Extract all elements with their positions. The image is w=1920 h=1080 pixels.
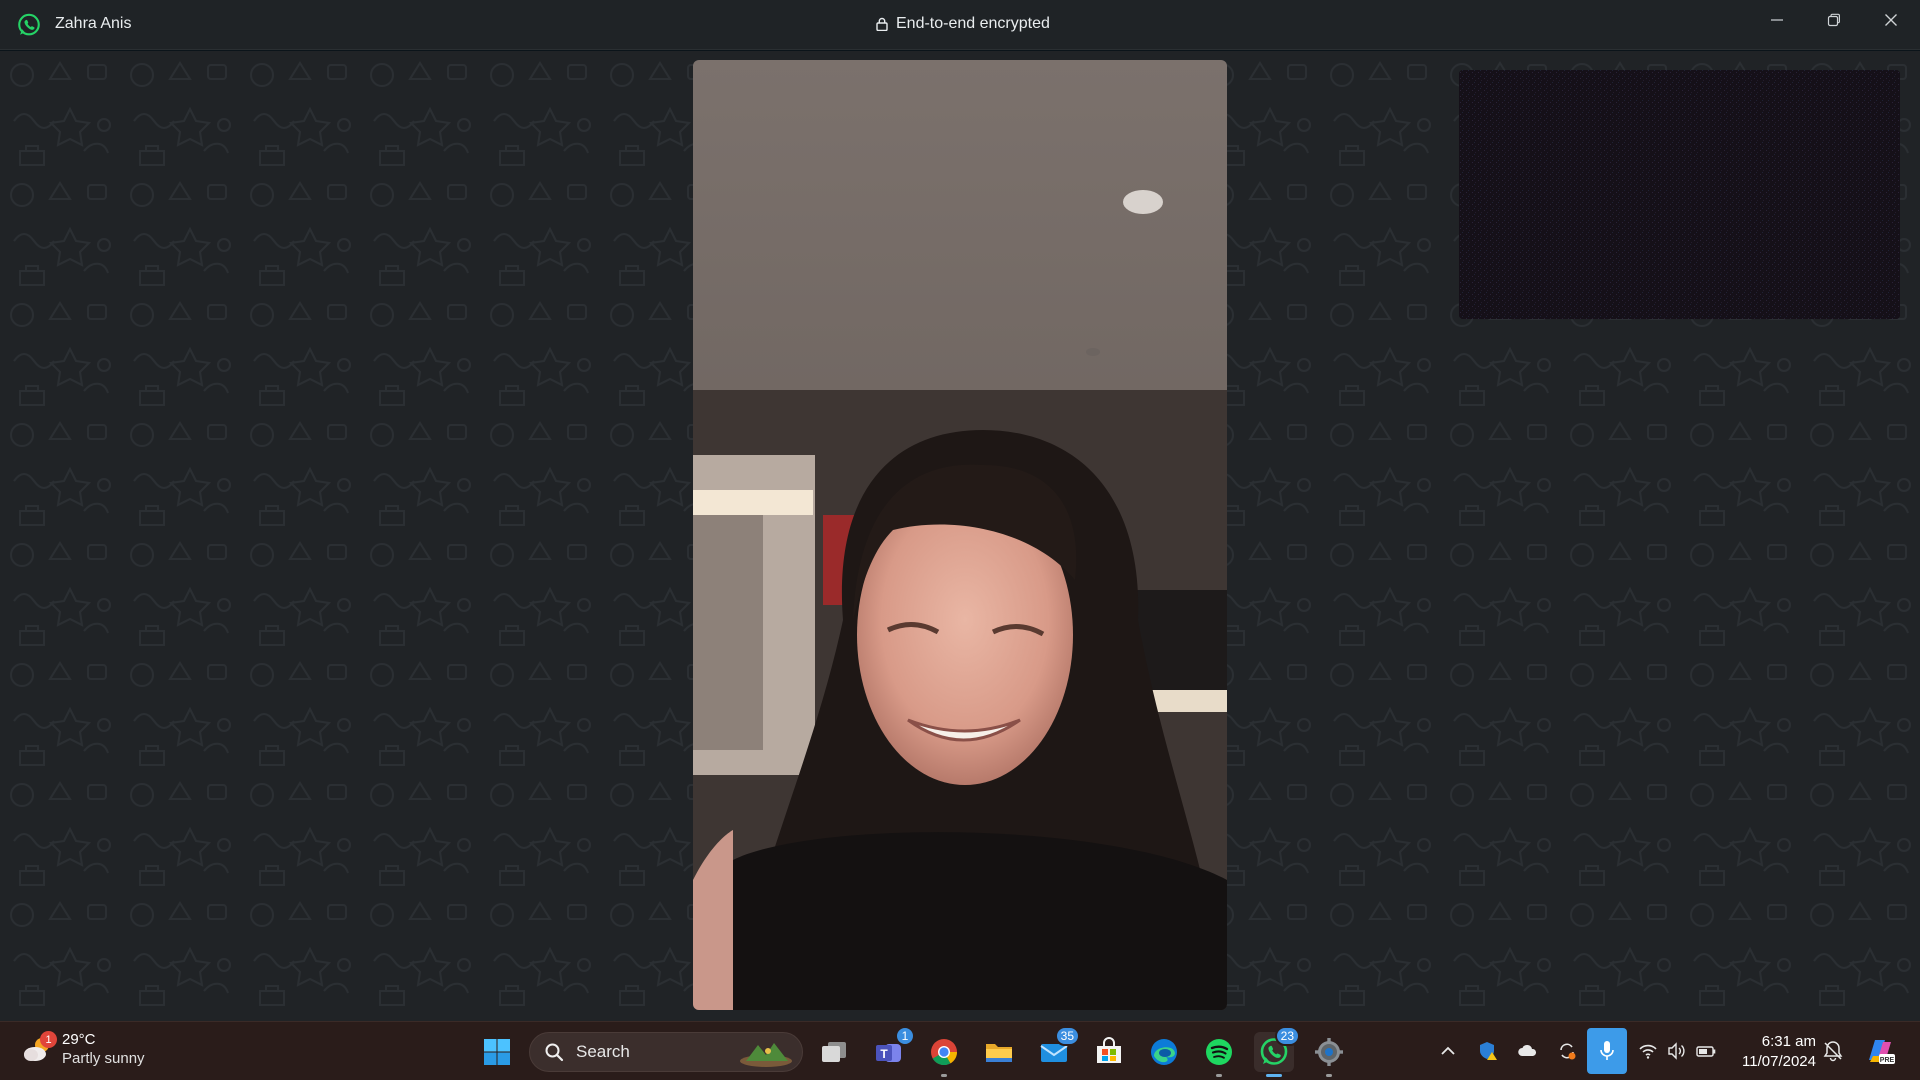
show-hidden-icons-button[interactable] — [1434, 1036, 1462, 1066]
taskbar: 1 29°C Partly sunny Search T 1 35 23 6:3… — [0, 1021, 1920, 1080]
taskbar-settings[interactable] — [1309, 1032, 1349, 1077]
mail-badge: 35 — [1054, 1026, 1080, 1046]
weather-condition: Partly sunny — [62, 1050, 145, 1067]
taskbar-spotify[interactable] — [1199, 1032, 1239, 1077]
onedrive-icon — [1518, 1044, 1537, 1056]
settings-running-indicator — [1326, 1074, 1332, 1077]
encryption-notice: End-to-end encrypted — [876, 15, 1050, 33]
tray-volume[interactable] — [1663, 1036, 1691, 1066]
taskbar-chrome[interactable] — [924, 1032, 964, 1077]
start-button[interactable] — [477, 1032, 517, 1072]
chevron-up-icon — [1441, 1046, 1455, 1055]
tray-sync[interactable] — [1553, 1036, 1581, 1066]
encryption-label: End-to-end encrypted — [896, 15, 1050, 32]
weather-temperature: 29°C — [62, 1031, 96, 1048]
weather-icon: 1 — [22, 1031, 57, 1065]
notification-bell-icon[interactable] — [1822, 1040, 1844, 1062]
taskbar-task-view[interactable] — [814, 1032, 854, 1072]
svg-text:T: T — [880, 1047, 888, 1061]
tray-wifi[interactable] — [1634, 1036, 1662, 1066]
title-bar: Zahra Anis End-to-end encrypted — [0, 0, 1920, 50]
chrome-icon — [931, 1039, 958, 1066]
battery-icon — [1696, 1046, 1716, 1057]
teams-badge: 1 — [895, 1026, 915, 1046]
search-box[interactable]: Search — [529, 1032, 803, 1072]
sync-icon — [1560, 1043, 1576, 1060]
edge-icon — [1151, 1039, 1177, 1065]
call-area — [0, 51, 1920, 1021]
whatsapp-badge: 23 — [1274, 1026, 1300, 1046]
taskbar-edge[interactable] — [1144, 1032, 1184, 1072]
taskbar-file-explorer[interactable] — [979, 1032, 1019, 1072]
svg-text:PRE: PRE — [1880, 1057, 1895, 1064]
wifi-icon — [1639, 1044, 1657, 1059]
whatsapp-icon — [18, 13, 40, 36]
taskbar-whatsapp[interactable]: 23 — [1254, 1026, 1300, 1077]
taskbar-store[interactable] — [1089, 1032, 1129, 1072]
close-button[interactable] — [1863, 0, 1919, 40]
minimize-button[interactable] — [1749, 0, 1805, 40]
spotify-icon — [1206, 1039, 1232, 1065]
clock-date: 11/07/2024 — [1742, 1053, 1816, 1070]
contact-name: Zahra Anis — [55, 15, 132, 32]
task-view-icon — [822, 1042, 846, 1062]
search-icon — [545, 1043, 564, 1062]
remote-video-feed — [693, 60, 1227, 1010]
self-video-feed — [1459, 70, 1900, 319]
weather-badge: 1 — [40, 1031, 57, 1048]
remote-video-image — [693, 60, 1227, 1010]
windows-start-icon — [484, 1039, 510, 1065]
minimize-icon — [1771, 19, 1783, 21]
tray-onedrive[interactable] — [1514, 1036, 1542, 1066]
copilot-icon[interactable]: PRE — [1863, 1034, 1897, 1068]
taskbar-clock[interactable]: 6:31 am 11/07/2024 — [1734, 1032, 1816, 1072]
self-video-image — [1459, 70, 1900, 319]
search-label: Search — [576, 1042, 630, 1061]
spotify-running-indicator — [1216, 1074, 1222, 1077]
tray-defender[interactable] — [1474, 1036, 1502, 1066]
tray-battery[interactable] — [1692, 1036, 1720, 1066]
taskbar-teams[interactable]: T 1 — [869, 1026, 915, 1072]
folder-icon — [986, 1044, 1012, 1062]
microphone-icon — [1600, 1041, 1614, 1060]
lock-icon — [876, 17, 888, 31]
store-icon — [1097, 1037, 1121, 1063]
close-icon — [1885, 14, 1897, 26]
tray-microphone-in-use[interactable] — [1587, 1028, 1627, 1074]
clock-time: 6:31 am — [1761, 1033, 1816, 1050]
settings-icon — [1315, 1038, 1343, 1066]
weather-widget[interactable]: 1 29°C Partly sunny — [22, 1030, 145, 1068]
whatsapp-active-indicator — [1266, 1074, 1282, 1077]
restore-icon — [1827, 13, 1840, 27]
search-highlight-icon — [740, 1043, 792, 1067]
chrome-running-indicator — [941, 1074, 947, 1077]
defender-warning-icon — [1480, 1042, 1497, 1060]
volume-icon — [1668, 1042, 1685, 1060]
taskbar-mail[interactable]: 35 — [1034, 1026, 1080, 1072]
restore-button[interactable] — [1806, 0, 1862, 40]
